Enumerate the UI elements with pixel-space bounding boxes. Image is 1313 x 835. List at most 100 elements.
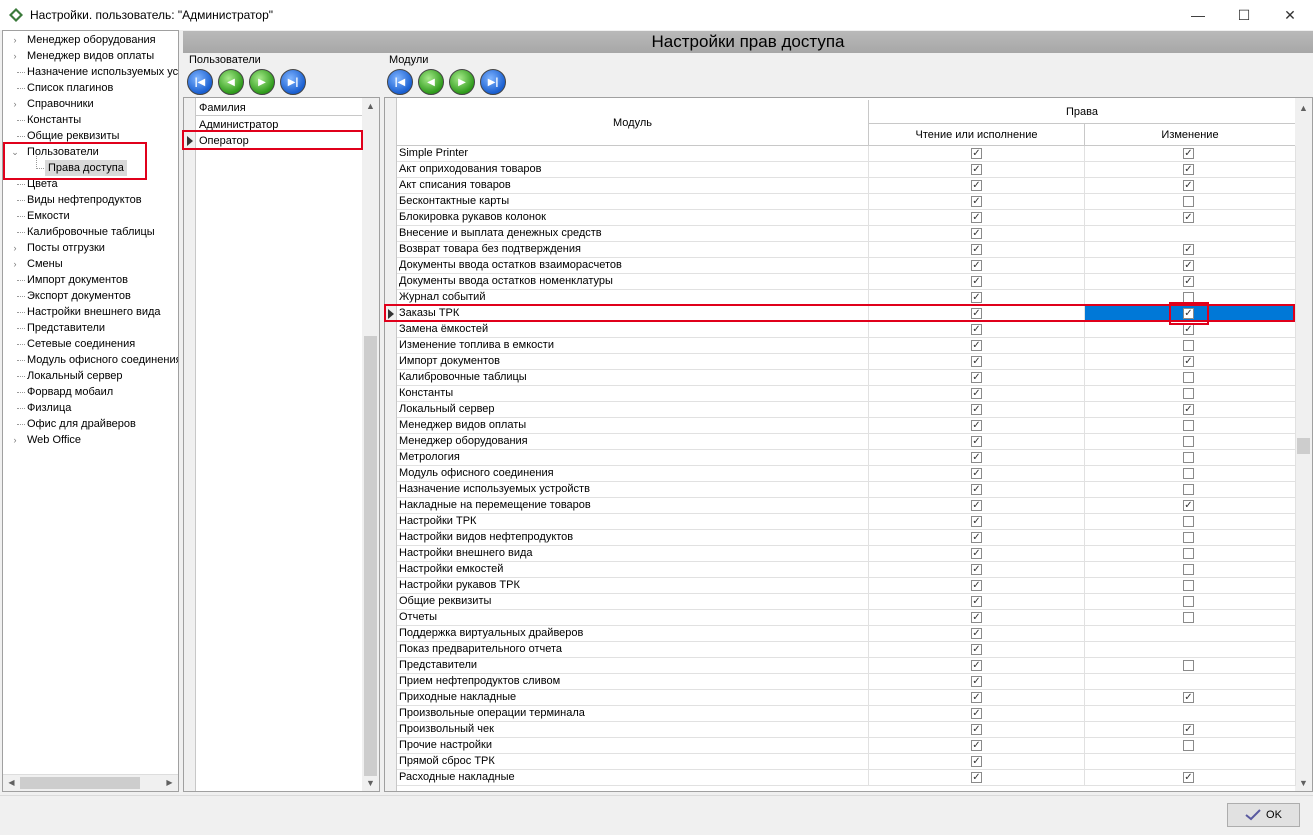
edit-permission-cell[interactable]: [1085, 754, 1296, 770]
close-button[interactable]: ✕: [1267, 0, 1313, 30]
read-permission-cell[interactable]: ✓: [869, 306, 1085, 322]
edit-checkbox[interactable]: [1183, 612, 1194, 623]
edit-permission-cell[interactable]: [1085, 290, 1296, 306]
edit-permission-cell[interactable]: [1085, 466, 1296, 482]
edit-permission-cell[interactable]: [1085, 738, 1296, 754]
edit-checkbox[interactable]: ✓: [1183, 724, 1194, 735]
read-permission-cell[interactable]: ✓: [869, 434, 1085, 450]
edit-checkbox[interactable]: ✓: [1183, 212, 1194, 223]
tree-item[interactable]: Экспорт документов: [3, 288, 178, 304]
edit-permission-cell[interactable]: [1085, 226, 1296, 242]
column-header-surname[interactable]: Фамилия: [196, 100, 362, 116]
read-permission-cell[interactable]: ✓: [869, 738, 1085, 754]
edit-permission-cell[interactable]: ✓: [1085, 690, 1296, 706]
read-checkbox[interactable]: ✓: [971, 644, 982, 655]
user-row[interactable]: Администратор: [196, 117, 362, 133]
tree-item[interactable]: › Менеджер видов оплаты: [3, 48, 178, 64]
edit-checkbox[interactable]: [1183, 292, 1194, 303]
tree-item[interactable]: Виды нефтепродуктов: [3, 192, 178, 208]
module-name-cell[interactable]: Акт оприходования товаров: [397, 162, 869, 178]
module-name-cell[interactable]: Документы ввода остатков номенклатуры: [397, 274, 869, 290]
edit-permission-cell[interactable]: [1085, 514, 1296, 530]
read-checkbox[interactable]: ✓: [971, 468, 982, 479]
read-permission-cell[interactable]: ✓: [869, 658, 1085, 674]
read-checkbox[interactable]: ✓: [971, 148, 982, 159]
edit-checkbox[interactable]: [1183, 436, 1194, 447]
read-permission-cell[interactable]: ✓: [869, 450, 1085, 466]
read-checkbox[interactable]: ✓: [971, 260, 982, 271]
chevron-right-icon[interactable]: ›: [10, 32, 20, 48]
prev-record-button[interactable]: ◀: [218, 69, 244, 95]
read-checkbox[interactable]: ✓: [971, 180, 982, 191]
module-row[interactable]: Акт списания товаров ✓ ✓: [397, 178, 1296, 194]
read-checkbox[interactable]: ✓: [971, 580, 982, 591]
edit-checkbox[interactable]: ✓: [1183, 276, 1194, 287]
module-row[interactable]: Акт оприходования товаров ✓ ✓: [397, 162, 1296, 178]
read-checkbox[interactable]: ✓: [971, 404, 982, 415]
read-checkbox[interactable]: ✓: [971, 548, 982, 559]
tree-item[interactable]: Форвард мобаил: [3, 384, 178, 400]
module-row[interactable]: Внесение и выплата денежных средств ✓: [397, 226, 1296, 242]
read-checkbox[interactable]: ✓: [971, 244, 982, 255]
edit-permission-cell[interactable]: [1085, 658, 1296, 674]
edit-checkbox[interactable]: [1183, 548, 1194, 559]
edit-permission-cell[interactable]: ✓: [1085, 274, 1296, 290]
module-row[interactable]: Замена ёмкостей ✓ ✓: [397, 322, 1296, 338]
tree-item[interactable]: Настройки внешнего вида: [3, 304, 178, 320]
read-permission-cell[interactable]: ✓: [869, 546, 1085, 562]
read-permission-cell[interactable]: ✓: [869, 338, 1085, 354]
read-permission-cell[interactable]: ✓: [869, 210, 1085, 226]
module-row[interactable]: Simple Printer ✓ ✓: [397, 146, 1296, 162]
read-checkbox[interactable]: ✓: [971, 660, 982, 671]
next-module-button[interactable]: ▶: [449, 69, 475, 95]
read-permission-cell[interactable]: ✓: [869, 610, 1085, 626]
edit-permission-cell[interactable]: [1085, 674, 1296, 690]
module-row[interactable]: Общие реквизиты ✓: [397, 594, 1296, 610]
module-name-cell[interactable]: Отчеты: [397, 610, 869, 626]
module-row[interactable]: Прямой сброс ТРК ✓: [397, 754, 1296, 770]
read-permission-cell[interactable]: ✓: [869, 418, 1085, 434]
read-permission-cell[interactable]: ✓: [869, 146, 1085, 162]
module-name-cell[interactable]: Расходные накладные: [397, 770, 869, 786]
module-name-cell[interactable]: Назначение используемых устройств: [397, 482, 869, 498]
module-name-cell[interactable]: Настройки видов нефтепродуктов: [397, 530, 869, 546]
module-name-cell[interactable]: Накладные на перемещение товаров: [397, 498, 869, 514]
last-module-button[interactable]: ▶|: [480, 69, 506, 95]
column-header-edit[interactable]: Изменение: [1085, 124, 1296, 146]
module-row[interactable]: Бесконтактные карты ✓: [397, 194, 1296, 210]
read-permission-cell[interactable]: ✓: [869, 498, 1085, 514]
edit-checkbox[interactable]: [1183, 196, 1194, 207]
edit-checkbox[interactable]: [1183, 564, 1194, 575]
module-name-cell[interactable]: Калибровочные таблицы: [397, 370, 869, 386]
module-row[interactable]: Настройки видов нефтепродуктов ✓: [397, 530, 1296, 546]
module-row[interactable]: Настройки емкостей ✓: [397, 562, 1296, 578]
edit-checkbox[interactable]: [1183, 388, 1194, 399]
module-name-cell[interactable]: Настройки емкостей: [397, 562, 869, 578]
module-row[interactable]: Заказы ТРК ✓ ✓: [397, 306, 1296, 322]
read-checkbox[interactable]: ✓: [971, 292, 982, 303]
module-name-cell[interactable]: Представители: [397, 658, 869, 674]
edit-permission-cell[interactable]: ✓: [1085, 162, 1296, 178]
module-row[interactable]: Журнал событий ✓: [397, 290, 1296, 306]
settings-tree[interactable]: ◀ ▶ › Менеджер оборудования › Менеджер видо…: [2, 30, 179, 792]
module-name-cell[interactable]: Simple Printer: [397, 146, 869, 162]
read-permission-cell[interactable]: ✓: [869, 258, 1085, 274]
module-name-cell[interactable]: Локальный сервер: [397, 402, 869, 418]
read-permission-cell[interactable]: ✓: [869, 594, 1085, 610]
module-name-cell[interactable]: Изменение топлива в емкости: [397, 338, 869, 354]
read-permission-cell[interactable]: ✓: [869, 370, 1085, 386]
edit-permission-cell[interactable]: [1085, 626, 1296, 642]
scroll-thumb[interactable]: [20, 777, 140, 789]
module-name-cell[interactable]: Журнал событий: [397, 290, 869, 306]
edit-checkbox[interactable]: [1183, 452, 1194, 463]
read-checkbox[interactable]: ✓: [971, 164, 982, 175]
edit-permission-cell[interactable]: [1085, 594, 1296, 610]
tree-item[interactable]: Назначение используемых уст: [3, 64, 178, 80]
edit-permission-cell[interactable]: ✓: [1085, 210, 1296, 226]
edit-checkbox[interactable]: [1183, 532, 1194, 543]
edit-checkbox[interactable]: ✓: [1183, 164, 1194, 175]
edit-checkbox[interactable]: [1183, 420, 1194, 431]
edit-permission-cell[interactable]: ✓: [1085, 498, 1296, 514]
tree-item[interactable]: › Web Office: [3, 432, 178, 448]
read-permission-cell[interactable]: ✓: [869, 706, 1085, 722]
